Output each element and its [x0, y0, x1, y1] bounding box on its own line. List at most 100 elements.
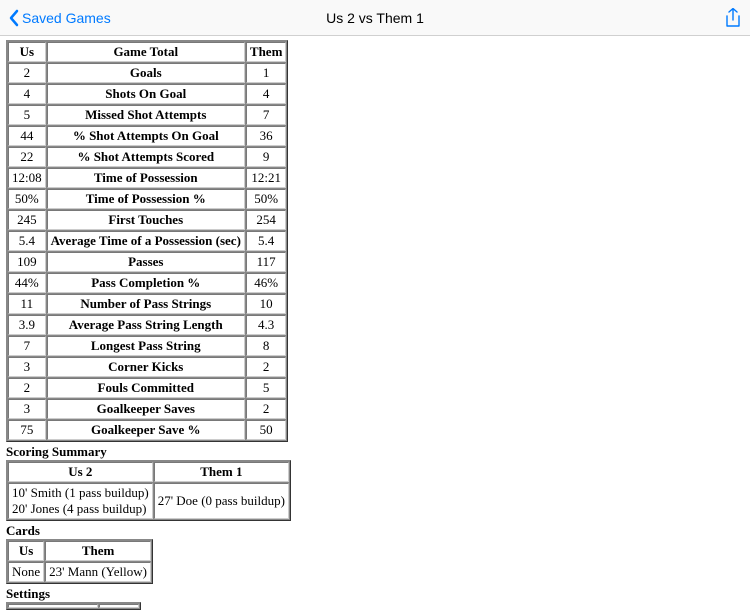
scoring-header-us: Us 2 [8, 462, 153, 482]
table-row: 5.4Average Time of a Possession (sec)5.4 [8, 231, 286, 251]
stat-us: 3 [8, 357, 46, 377]
page-title: Us 2 vs Them 1 [0, 10, 750, 26]
stat-us: 50% [8, 189, 46, 209]
table-row: 245First Touches254 [8, 210, 286, 230]
stat-them: 254 [246, 210, 287, 230]
stat-label: Average Pass String Length [47, 315, 245, 335]
settings-cell-2 [99, 604, 139, 608]
table-row: 7Longest Pass String8 [8, 336, 286, 356]
table-header-row: Us Them [8, 541, 151, 561]
cards-header-them: Them [45, 541, 151, 561]
stat-us: 4 [8, 84, 46, 104]
cards-us-cell: None [8, 562, 44, 582]
stat-label: Longest Pass String [47, 336, 245, 356]
table-row: 44%Pass Completion %46% [8, 273, 286, 293]
settings-table [6, 602, 141, 610]
stat-label: % Shot Attempts Scored [47, 147, 245, 167]
table-row: 3.9Average Pass String Length4.3 [8, 315, 286, 335]
table-row: None 23' Mann (Yellow) [8, 562, 151, 582]
table-row: 12:08Time of Possession12:21 [8, 168, 286, 188]
stat-label: Goals [47, 63, 245, 83]
back-label: Saved Games [22, 10, 111, 26]
table-row: 109Passes117 [8, 252, 286, 272]
table-header-row: Us 2 Them 1 [8, 462, 289, 482]
stat-label: Number of Pass Strings [47, 294, 245, 314]
stat-label: Fouls Committed [47, 378, 245, 398]
table-row: 75Goalkeeper Save %50 [8, 420, 286, 440]
table-row: 10' Smith (1 pass buildup)20' Jones (4 p… [8, 483, 289, 519]
stat-us: 109 [8, 252, 46, 272]
table-row: 3Corner Kicks2 [8, 357, 286, 377]
stat-us: 22 [8, 147, 46, 167]
share-button[interactable] [724, 8, 742, 28]
scoring-table: Us 2 Them 1 10' Smith (1 pass buildup)20… [6, 460, 291, 521]
stat-us: 75 [8, 420, 46, 440]
table-row [8, 604, 139, 608]
stat-us: 245 [8, 210, 46, 230]
table-row: 2Goals1 [8, 63, 286, 83]
chevron-left-icon [8, 9, 20, 27]
scoring-them-cell: 27' Doe (0 pass buildup) [154, 483, 289, 519]
table-row: 2Fouls Committed5 [8, 378, 286, 398]
stat-them: 117 [246, 252, 287, 272]
stat-them: 5 [246, 378, 287, 398]
stat-them: 5.4 [246, 231, 287, 251]
table-row: 3Goalkeeper Saves2 [8, 399, 286, 419]
header-mid: Game Total [47, 42, 245, 62]
stat-them: 10 [246, 294, 287, 314]
table-row: 50%Time of Possession %50% [8, 189, 286, 209]
stat-label: Corner Kicks [47, 357, 245, 377]
scoring-header-them: Them 1 [154, 462, 289, 482]
stat-them: 36 [246, 126, 287, 146]
cards-them-cell: 23' Mann (Yellow) [45, 562, 151, 582]
stat-them: 8 [246, 336, 287, 356]
stat-label: Average Time of a Possession (sec) [47, 231, 245, 251]
table-row: 4Shots On Goal4 [8, 84, 286, 104]
stat-label: Pass Completion % [47, 273, 245, 293]
cards-header-us: Us [8, 541, 44, 561]
settings-header: Settings [6, 586, 744, 602]
stat-them: 9 [246, 147, 287, 167]
stat-label: Time of Possession [47, 168, 245, 188]
stat-label: First Touches [47, 210, 245, 230]
stat-us: 3 [8, 399, 46, 419]
settings-cell-1 [8, 604, 98, 608]
table-header-row: Us Game Total Them [8, 42, 286, 62]
stat-them: 4 [246, 84, 287, 104]
stat-us: 11 [8, 294, 46, 314]
stat-label: Time of Possession % [47, 189, 245, 209]
stat-them: 2 [246, 399, 287, 419]
share-icon [724, 8, 742, 28]
header-us: Us [8, 42, 46, 62]
stat-them: 50% [246, 189, 287, 209]
navbar: Saved Games Us 2 vs Them 1 [0, 0, 750, 36]
stat-us: 7 [8, 336, 46, 356]
back-button[interactable]: Saved Games [8, 9, 111, 27]
stat-them: 46% [246, 273, 287, 293]
scoring-header: Scoring Summary [6, 444, 744, 460]
table-row: 5Missed Shot Attempts7 [8, 105, 286, 125]
stat-them: 2 [246, 357, 287, 377]
stat-them: 50 [246, 420, 287, 440]
stat-label: Missed Shot Attempts [47, 105, 245, 125]
stat-us: 44% [8, 273, 46, 293]
stat-us: 44 [8, 126, 46, 146]
stat-label: % Shot Attempts On Goal [47, 126, 245, 146]
table-row: 11Number of Pass Strings10 [8, 294, 286, 314]
stat-them: 7 [246, 105, 287, 125]
stat-them: 1 [246, 63, 287, 83]
stat-them: 4.3 [246, 315, 287, 335]
cards-header: Cards [6, 523, 744, 539]
stats-table: Us Game Total Them 2Goals14Shots On Goal… [6, 40, 288, 442]
stat-us: 12:08 [8, 168, 46, 188]
header-them: Them [246, 42, 287, 62]
table-row: 22% Shot Attempts Scored9 [8, 147, 286, 167]
cards-table: Us Them None 23' Mann (Yellow) [6, 539, 153, 584]
content: Us Game Total Them 2Goals14Shots On Goal… [0, 36, 750, 616]
stat-us: 3.9 [8, 315, 46, 335]
stat-us: 2 [8, 378, 46, 398]
stat-us: 2 [8, 63, 46, 83]
stat-label: Shots On Goal [47, 84, 245, 104]
stat-us: 5 [8, 105, 46, 125]
stat-label: Goalkeeper Saves [47, 399, 245, 419]
